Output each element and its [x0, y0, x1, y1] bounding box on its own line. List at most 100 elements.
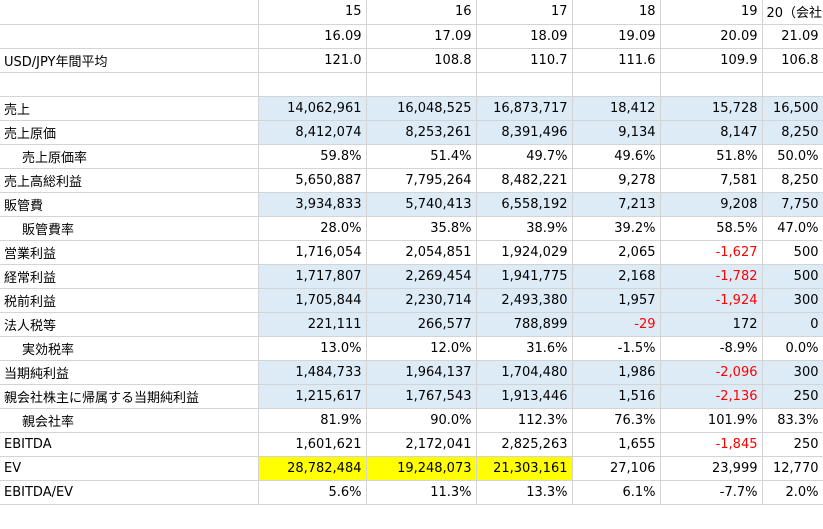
header-cell[interactable] [476, 72, 573, 97]
value-cell[interactable]: 1,705,844 [258, 288, 367, 313]
value-cell[interactable]: 1,484,733 [258, 360, 367, 385]
row-label-cell[interactable]: 実効税率 [0, 336, 259, 361]
value-cell[interactable]: 2,172,041 [366, 432, 477, 457]
header-cell[interactable]: 18 [572, 0, 661, 25]
row-label-cell[interactable]: EBITDA [0, 432, 259, 457]
row-label-cell[interactable]: 法人税等 [0, 312, 259, 337]
value-cell[interactable]: 13.3% [476, 480, 573, 505]
header-cell[interactable] [258, 72, 367, 97]
value-cell[interactable]: 500 [762, 264, 823, 289]
value-cell[interactable]: 39.2% [572, 216, 661, 241]
value-cell[interactable]: 31.6% [476, 336, 573, 361]
value-cell[interactable]: -1,924 [660, 288, 763, 313]
value-cell[interactable]: 18,412 [572, 96, 661, 121]
value-cell[interactable]: 5.6% [258, 480, 367, 505]
value-cell[interactable]: 1,767,543 [366, 384, 477, 409]
header-cell[interactable]: 20.09 [660, 24, 763, 49]
value-cell[interactable]: 7,581 [660, 168, 763, 193]
value-cell[interactable]: 500 [762, 240, 823, 265]
header-cell[interactable] [366, 72, 477, 97]
header-cell[interactable]: 17 [476, 0, 573, 25]
value-cell[interactable]: 49.6% [572, 144, 661, 169]
value-cell[interactable]: 15,728 [660, 96, 763, 121]
row-label-cell[interactable]: EBITDA/EV [0, 480, 259, 505]
value-cell[interactable]: -1.5% [572, 336, 661, 361]
header-cell[interactable]: 108.8 [366, 48, 477, 73]
value-cell[interactable]: 50.0% [762, 144, 823, 169]
value-cell[interactable]: 1,601,621 [258, 432, 367, 457]
value-cell[interactable]: 1,964,137 [366, 360, 477, 385]
value-cell[interactable]: 2,065 [572, 240, 661, 265]
value-cell[interactable]: -29 [572, 312, 661, 337]
value-cell[interactable]: 1,717,807 [258, 264, 367, 289]
header-cell[interactable] [572, 72, 661, 97]
value-cell[interactable]: -7.7% [660, 480, 763, 505]
value-cell[interactable]: -1,627 [660, 240, 763, 265]
value-cell[interactable]: 2.0% [762, 480, 823, 505]
value-cell[interactable]: 11.3% [366, 480, 477, 505]
value-cell[interactable]: 13.0% [258, 336, 367, 361]
value-cell[interactable]: 19,248,073 [366, 456, 477, 481]
value-cell[interactable]: 2,825,263 [476, 432, 573, 457]
row-label-cell[interactable]: 売上原価率 [0, 144, 259, 169]
value-cell[interactable]: 250 [762, 432, 823, 457]
value-cell[interactable]: 35.8% [366, 216, 477, 241]
value-cell[interactable]: 9,278 [572, 168, 661, 193]
row-label-cell[interactable]: 売上原価 [0, 120, 259, 145]
value-cell[interactable]: -2,096 [660, 360, 763, 385]
row-label-cell[interactable]: 経常利益 [0, 264, 259, 289]
value-cell[interactable]: 28.0% [258, 216, 367, 241]
value-cell[interactable]: 5,740,413 [366, 192, 477, 217]
value-cell[interactable]: 90.0% [366, 408, 477, 433]
value-cell[interactable]: 16,048,525 [366, 96, 477, 121]
value-cell[interactable]: 27,106 [572, 456, 661, 481]
value-cell[interactable]: 1,913,446 [476, 384, 573, 409]
value-cell[interactable]: 0.0% [762, 336, 823, 361]
value-cell[interactable]: 12.0% [366, 336, 477, 361]
value-cell[interactable]: 38.9% [476, 216, 573, 241]
value-cell[interactable]: 266,577 [366, 312, 477, 337]
row-label-cell[interactable]: 売上高総利益 [0, 168, 259, 193]
value-cell[interactable]: 59.8% [258, 144, 367, 169]
value-cell[interactable]: 2,493,380 [476, 288, 573, 313]
value-cell[interactable]: -2,136 [660, 384, 763, 409]
header-cell[interactable] [762, 72, 823, 97]
value-cell[interactable]: 8,412,074 [258, 120, 367, 145]
value-cell[interactable]: 76.3% [572, 408, 661, 433]
value-cell[interactable]: 1,924,029 [476, 240, 573, 265]
value-cell[interactable]: -8.9% [660, 336, 763, 361]
row-label-cell[interactable]: 販管費率 [0, 216, 259, 241]
value-cell[interactable]: 8,147 [660, 120, 763, 145]
header-cell[interactable]: 20（会社予想） [762, 0, 823, 25]
value-cell[interactable]: 83.3% [762, 408, 823, 433]
row-label-cell[interactable] [0, 72, 259, 97]
value-cell[interactable]: 250 [762, 384, 823, 409]
value-cell[interactable]: 23,999 [660, 456, 763, 481]
row-label-cell[interactable]: 売上 [0, 96, 259, 121]
row-label-cell[interactable]: 当期純利益 [0, 360, 259, 385]
value-cell[interactable]: 1,957 [572, 288, 661, 313]
value-cell[interactable]: 8,250 [762, 120, 823, 145]
value-cell[interactable]: 8,253,261 [366, 120, 477, 145]
header-cell[interactable]: 21.09 [762, 24, 823, 49]
row-label-cell[interactable]: EV [0, 456, 259, 481]
value-cell[interactable]: 5,650,887 [258, 168, 367, 193]
value-cell[interactable]: 6.1% [572, 480, 661, 505]
value-cell[interactable]: 1,941,775 [476, 264, 573, 289]
value-cell[interactable]: -1,782 [660, 264, 763, 289]
value-cell[interactable]: 49.7% [476, 144, 573, 169]
value-cell[interactable]: 3,934,833 [258, 192, 367, 217]
value-cell[interactable]: 2,168 [572, 264, 661, 289]
value-cell[interactable]: 14,062,961 [258, 96, 367, 121]
value-cell[interactable]: 8,250 [762, 168, 823, 193]
row-label-cell[interactable]: 親会社率 [0, 408, 259, 433]
header-cell[interactable]: 19 [660, 0, 763, 25]
row-label-cell[interactable] [0, 24, 259, 49]
row-label-cell[interactable]: 販管費 [0, 192, 259, 217]
value-cell[interactable]: 1,986 [572, 360, 661, 385]
header-cell[interactable]: 15 [258, 0, 367, 25]
row-label-cell[interactable]: USD/JPY年間平均 [0, 48, 259, 73]
value-cell[interactable]: 1,704,480 [476, 360, 573, 385]
row-label-cell[interactable]: 親会社株主に帰属する当期純利益 [0, 384, 259, 409]
value-cell[interactable]: 47.0% [762, 216, 823, 241]
